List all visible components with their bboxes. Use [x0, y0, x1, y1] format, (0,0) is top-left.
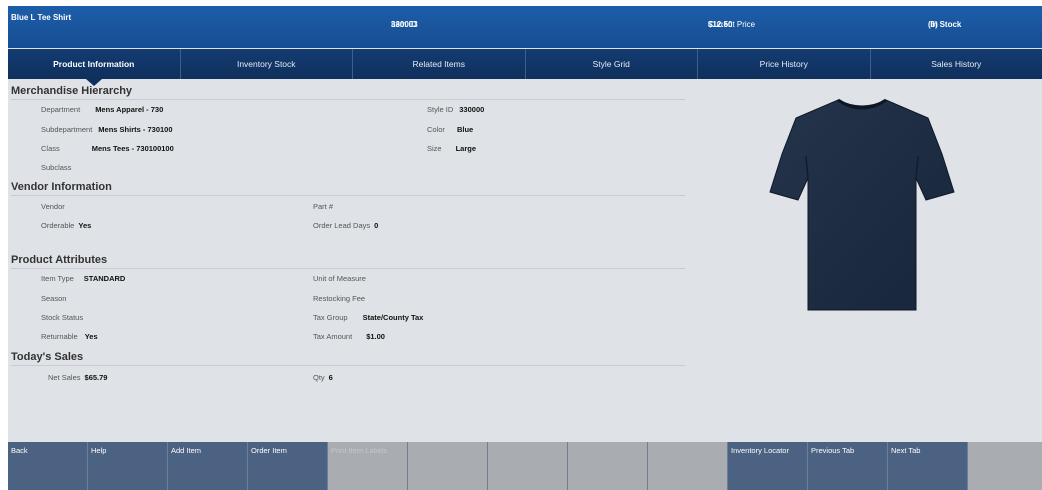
inventory-locator-button[interactable]: Inventory Locator — [728, 442, 808, 490]
class-label: Class — [41, 144, 60, 153]
net-sales-field: Net Sales $65.79 — [48, 373, 107, 382]
orderable-field: Orderable Yes — [41, 221, 91, 230]
style-id-field: Style ID 330000 — [427, 105, 484, 114]
subdepartment-field: Subdepartment Mens Shirts - 730100 — [41, 125, 173, 134]
restocking-fee-field: Restocking Fee — [313, 294, 365, 303]
stock-status-label: Stock Status — [41, 313, 84, 322]
function-toolbar: Back Help Add Item Order Item Print Item… — [8, 442, 1042, 490]
subclass-field: Subclass — [41, 163, 71, 172]
tshirt-image — [769, 98, 955, 311]
tax-amount-label: Tax Amount — [313, 332, 353, 341]
orderable-label: Orderable — [41, 221, 75, 230]
empty-function-button — [568, 442, 648, 490]
item-title: Blue L Tee Shirt — [11, 13, 72, 22]
qty-field: Qty 6 — [313, 373, 333, 382]
product-attributes-heading: Product Attributes — [11, 254, 685, 269]
department-field: Department Mens Apparel - 730 — [41, 105, 163, 114]
order-lead-days-value: 0 — [374, 221, 379, 230]
size-value: Large — [455, 144, 477, 153]
tax-amount-value: $1.00 — [366, 332, 385, 341]
order-item-button[interactable]: Order Item — [248, 442, 328, 490]
tax-group-value: State/County Tax — [362, 313, 424, 322]
qty-label: Qty — [313, 373, 325, 382]
size-label: Size — [427, 144, 442, 153]
color-label: Color — [427, 125, 445, 134]
part-number-field: Part # — [313, 202, 333, 211]
item-type-field: Item Type STANDARD — [41, 274, 125, 283]
todays-sales-heading: Today's Sales — [11, 351, 685, 366]
subdepartment-label: Subdepartment — [41, 125, 93, 134]
tax-group-field: Tax Group State/County Tax — [313, 313, 423, 322]
empty-function-button — [488, 442, 568, 490]
back-button[interactable]: Back — [8, 442, 88, 490]
stock-status-field: Stock Status — [41, 313, 83, 322]
returnable-label: Returnable — [41, 332, 78, 341]
next-tab-button[interactable]: Next Tab — [888, 442, 968, 490]
empty-function-button — [968, 442, 1042, 490]
item-header: Blue L Tee Shirt Item ID 330003 Current … — [8, 6, 1042, 48]
print-item-labels-button: Print Item Labels — [328, 442, 408, 490]
tab-related-items[interactable]: Related Items — [353, 49, 526, 79]
returnable-field: Returnable Yes — [41, 332, 98, 341]
department-label: Department — [41, 105, 81, 114]
item-id-value: 330003 — [391, 20, 418, 29]
color-field: Color Blue — [427, 125, 473, 134]
net-sales-label: Net Sales — [48, 373, 81, 382]
returnable-value: Yes — [84, 332, 98, 341]
item-inquiry-screen: Blue L Tee Shirt Item ID 330003 Current … — [8, 6, 1042, 490]
tab-style-grid[interactable]: Style Grid — [526, 49, 698, 79]
unit-of-measure-label: Unit of Measure — [313, 274, 366, 283]
style-id-value: 330000 — [459, 105, 485, 114]
style-id-label: Style ID — [427, 105, 454, 114]
tax-amount-field: Tax Amount $1.00 — [313, 332, 385, 341]
net-sales-value: $65.79 — [84, 373, 108, 382]
orderable-value: Yes — [78, 221, 92, 230]
empty-function-button — [648, 442, 728, 490]
add-item-button[interactable]: Add Item — [168, 442, 248, 490]
qty-value: 6 — [328, 373, 333, 382]
merchandise-hierarchy-heading: Merchandise Hierarchy — [11, 85, 685, 100]
order-lead-days-field: Order Lead Days 0 — [313, 221, 378, 230]
empty-function-button — [408, 442, 488, 490]
vendor-label: Vendor — [41, 202, 65, 211]
subdepartment-value: Mens Shirts - 730100 — [98, 125, 173, 134]
tax-group-label: Tax Group — [313, 313, 348, 322]
department-value: Mens Apparel - 730 — [95, 105, 164, 114]
season-label: Season — [41, 294, 67, 303]
vendor-information-heading: Vendor Information — [11, 181, 685, 196]
help-button[interactable]: Help — [88, 442, 168, 490]
tab-bar: Product Information Inventory Stock Rela… — [8, 49, 1042, 86]
stock-label: In Stock — [930, 20, 962, 29]
stock-status: (6) In Stock — [928, 13, 961, 29]
color-value: Blue — [456, 125, 474, 134]
tab-sales-history[interactable]: Sales History — [871, 49, 1042, 79]
previous-tab-button[interactable]: Previous Tab — [808, 442, 888, 490]
order-lead-days-label: Order Lead Days — [313, 221, 371, 230]
item-type-value: STANDARD — [83, 274, 126, 283]
size-field: Size Large — [427, 144, 476, 153]
subclass-label: Subclass — [41, 163, 72, 172]
restocking-fee-label: Restocking Fee — [313, 294, 366, 303]
item-type-label: Item Type — [41, 274, 74, 283]
tab-price-history[interactable]: Price History — [698, 49, 871, 79]
class-field: Class Mens Tees - 730100100 — [41, 144, 174, 153]
tab-product-information[interactable]: Product Information — [8, 49, 181, 86]
season-field: Season — [41, 294, 66, 303]
class-value: Mens Tees - 730100100 — [91, 144, 174, 153]
vendor-field: Vendor — [41, 202, 65, 211]
unit-of-measure-field: Unit of Measure — [313, 274, 366, 283]
current-price-value: $12.50 — [708, 20, 733, 29]
tab-inventory-stock[interactable]: Inventory Stock — [181, 49, 353, 79]
part-number-label: Part # — [313, 202, 334, 211]
